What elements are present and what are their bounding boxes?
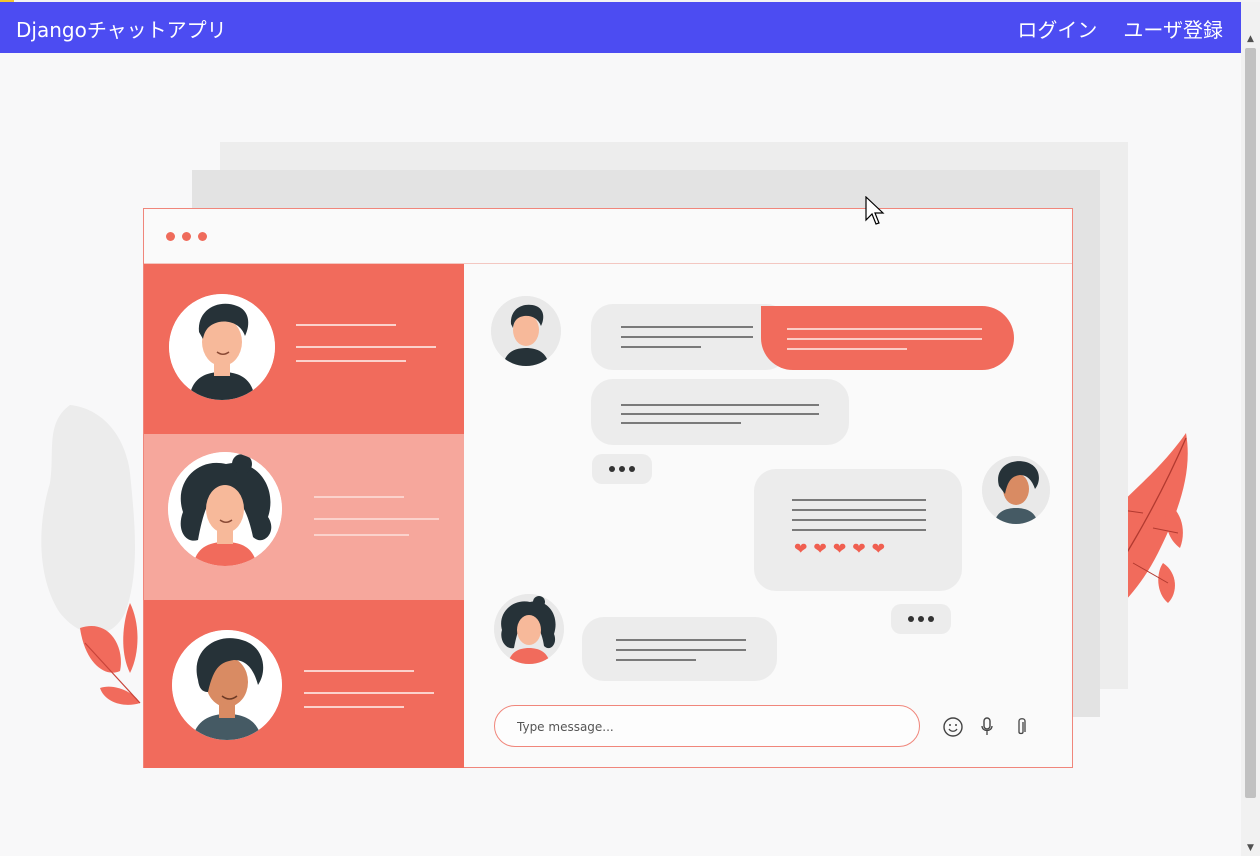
- nav-links: ログイン ユーザ登録: [1017, 14, 1223, 43]
- contact-text-line: [314, 496, 404, 498]
- contact-text-line: [304, 670, 414, 672]
- woman-avatar-icon: [168, 452, 282, 566]
- window-dots-icon: [166, 232, 207, 241]
- scroll-thumb[interactable]: [1245, 48, 1256, 798]
- emoji-icon[interactable]: [942, 716, 964, 738]
- paperclip-icon[interactable]: [1010, 716, 1032, 738]
- outgoing-message-bubble: [761, 306, 1014, 370]
- contact-text-line: [314, 534, 409, 536]
- man-avatar-icon: [169, 294, 275, 400]
- signup-link[interactable]: ユーザ登録: [1123, 14, 1223, 43]
- login-link[interactable]: ログイン: [1017, 14, 1097, 43]
- contact-text-line: [314, 518, 439, 520]
- contact-text-line: [296, 360, 406, 362]
- contact-item: [144, 434, 464, 600]
- message-input[interactable]: [515, 716, 899, 738]
- message-bubble: [591, 304, 788, 370]
- scroll-up-arrow-icon[interactable]: ▲: [1241, 30, 1260, 47]
- message-bubble: [582, 617, 777, 681]
- contact-item: [144, 600, 464, 768]
- hearts-icon: ❤ ❤ ❤ ❤ ❤: [794, 539, 886, 558]
- scroll-down-arrow-icon[interactable]: ▼: [1241, 839, 1260, 856]
- contact-list: [144, 264, 464, 768]
- vertical-scrollbar[interactable]: ▲ ▼: [1241, 2, 1260, 856]
- contact-text-line: [296, 346, 436, 348]
- brand-link[interactable]: Djangoチャットアプリ: [16, 14, 227, 43]
- man-avatar-small-icon: [491, 296, 561, 366]
- contact-text-line: [304, 706, 404, 708]
- contact-text-line: [304, 692, 434, 694]
- hero-illustration: ❤ ❤ ❤ ❤ ❤: [0, 53, 1241, 856]
- contact-text-line: [296, 324, 396, 326]
- navbar: Djangoチャットアプリ ログイン ユーザ登録: [0, 2, 1241, 53]
- man-curly-avatar-icon: [172, 630, 282, 740]
- message-bubble: ❤ ❤ ❤ ❤ ❤: [754, 469, 962, 591]
- man-curly-avatar-small-icon: [982, 456, 1050, 524]
- chat-window-illustration: ❤ ❤ ❤ ❤ ❤: [143, 208, 1073, 768]
- woman-avatar-small-icon: [494, 594, 564, 664]
- message-input-box[interactable]: [494, 705, 920, 747]
- microphone-icon[interactable]: [976, 716, 998, 738]
- contact-item: [144, 264, 464, 434]
- typing-indicator-icon: [592, 454, 652, 484]
- mouse-cursor-icon: [865, 196, 885, 225]
- typing-indicator-icon: [891, 604, 951, 634]
- leaf-left-icon: [41, 405, 141, 705]
- message-bubble: [591, 379, 849, 445]
